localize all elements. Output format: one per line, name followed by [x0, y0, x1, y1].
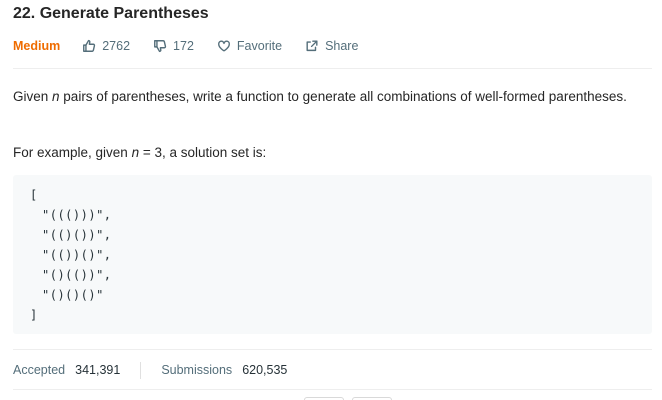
stats-top-divider	[13, 349, 652, 350]
dislike-button[interactable]: 172	[153, 39, 194, 53]
stats-bottom-divider	[13, 389, 652, 390]
variable-n: n	[52, 89, 60, 104]
accepted-value: 341,391	[75, 363, 121, 377]
code-item: "()()()"	[42, 288, 104, 302]
submissions-value: 620,535	[242, 363, 288, 377]
submission-stats: Accepted 341,391 Submissions 620,535	[13, 360, 287, 380]
example-intro: For example, given n = 3, a solution set…	[13, 145, 267, 160]
problem-title: 22. Generate Parentheses	[13, 5, 209, 22]
dislike-count: 172	[173, 39, 194, 53]
example-code-block: [ "((()))", "(()())", "(())()", "()(())"…	[13, 175, 652, 334]
like-count: 2762	[102, 39, 131, 53]
code-item: "()(())",	[42, 268, 112, 282]
problem-page: 22. Generate Parentheses Medium 2762 172	[0, 0, 662, 400]
code-item: "((()))",	[42, 208, 112, 222]
problem-meta-bar: Medium 2762 172 Favorite Share	[13, 37, 381, 55]
code-item: "(()())",	[42, 228, 112, 242]
submissions-label: Submissions	[161, 363, 233, 377]
favorite-button[interactable]: Favorite	[217, 39, 282, 53]
favorite-label: Favorite	[236, 39, 283, 53]
like-button[interactable]: 2762	[82, 39, 130, 53]
share-label: Share	[325, 39, 359, 53]
difficulty-badge: Medium	[13, 39, 61, 53]
share-button[interactable]: Share	[305, 39, 358, 53]
example-variable-n: n	[131, 145, 140, 160]
code-close-bracket: ]	[30, 308, 38, 322]
header-divider	[13, 68, 652, 69]
heart-icon	[217, 39, 231, 53]
thumbs-down-icon	[153, 39, 167, 53]
code-item: "(())()",	[42, 248, 112, 262]
description-paragraph: Given n pairs of parentheses, write a fu…	[13, 89, 627, 104]
code-open-bracket: [	[30, 188, 38, 202]
share-icon	[305, 39, 319, 53]
thumbs-up-icon	[82, 39, 96, 53]
problem-description: Given n pairs of parentheses, write a fu…	[13, 86, 643, 107]
stats-separator	[140, 361, 142, 379]
accepted-label: Accepted	[13, 363, 66, 377]
